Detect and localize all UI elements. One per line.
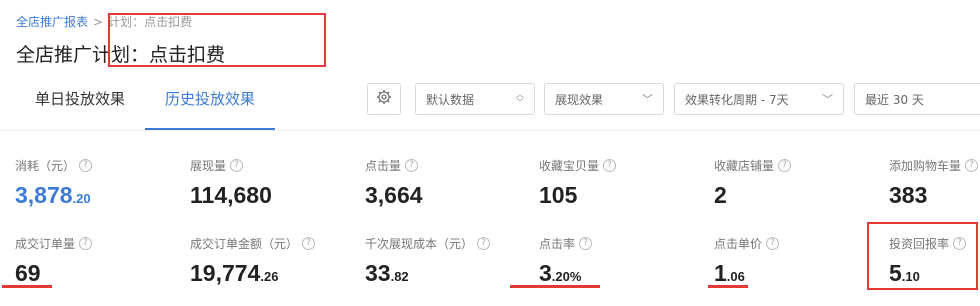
breadcrumb-root-link[interactable]: 全店推广报表 [16,13,88,30]
breadcrumb: 全店推广报表 > 计划：点击扣费 [16,13,192,30]
sort-updown-icon: ︿ ﹀ [516,90,524,107]
metric-label: 点击单价 [714,237,763,251]
conversion-period-select[interactable]: 效果转化周期 - 7天 ﹀ [674,83,844,115]
metric-item-favorites: 收藏宝贝量? 105 [539,157,617,209]
help-icon[interactable]: ? [405,159,419,172]
settings-button[interactable] [367,83,401,115]
metric-store-favorites: 收藏店铺量? 2 [714,157,792,209]
metric-clicks: 点击量? 3,664 [365,157,423,209]
metric-order-amount: 成交订单金额（元）? 19,774.26 [190,235,316,287]
date-range-value: 最近 30 天 [865,92,924,107]
metric-value-int: 33 [365,260,391,286]
tab-history-effect[interactable]: 历史投放效果 [145,78,276,130]
metric-label: 投资回报率 [889,237,950,251]
tab-bar: 单日投放效果 历史投放效果 [15,78,276,130]
metric-value-int: 3,664 [365,182,423,208]
metric-value: 114,680 [190,182,272,209]
help-icon[interactable]: ? [579,237,593,250]
help-icon[interactable]: ? [965,159,979,172]
metric-label: 展现量 [190,159,227,173]
metric-value-int: 383 [889,182,928,208]
metric-value: 69 [15,260,92,287]
help-icon[interactable]: ? [778,159,792,172]
help-icon[interactable]: ? [603,159,617,172]
metric-value-dec: .20 [72,191,91,206]
date-range-select[interactable]: 最近 30 天 [854,83,980,115]
data-select[interactable]: 默认数据 ︿ ﹀ [415,83,535,115]
breadcrumb-current: 计划：点击扣费 [108,15,193,29]
metric-value-int: 105 [539,182,578,208]
metric-value-int: 114,680 [190,182,272,208]
metric-value: 19,774.26 [190,260,315,287]
metric-value-dec: .20% [551,269,582,284]
metric-roi: 投资回报率? 5.10 [889,235,967,287]
tab-divider [0,130,980,131]
help-icon[interactable]: ? [302,237,316,250]
data-select-value: 默认数据 [426,92,475,107]
metric-cost: 消耗（元）? 3,878.20 [15,157,93,209]
metric-value-int: 5 [889,260,902,286]
metric-ctr: 点击率? 3.20% [539,235,593,287]
metric-orders: 成交订单量? 69 [15,235,93,287]
metric-value-int: 1 [714,260,727,286]
metric-value-dec: .82 [390,269,409,284]
chevron-down-icon: ﹀ [822,93,833,106]
metric-label: 收藏店铺量 [714,159,775,173]
metric-label: 收藏宝贝量 [539,159,600,173]
metric-value: 1.06 [714,260,779,287]
metric-cpc: 点击单价? 1.06 [714,235,780,287]
metric-value: 383 [889,182,978,209]
metric-value-int: 2 [714,182,727,208]
metric-value: 3,878.20 [15,182,92,209]
metric-label: 千次展现成本（元） [365,237,474,251]
metric-impressions: 展现量? 114,680 [190,157,272,209]
metric-value: 3.20% [539,260,592,287]
metric-add-to-cart: 添加购物车量? 383 [889,157,979,209]
metric-cpm: 千次展现成本（元）? 33.82 [365,235,491,287]
metric-label: 点击量 [365,159,402,173]
metric-value: 3,664 [365,182,423,209]
metric-value-int: 3 [539,260,552,286]
help-icon[interactable]: ? [766,237,780,250]
metric-value: 105 [539,182,616,209]
gear-icon [376,89,392,109]
conversion-period-value: 效果转化周期 - 7天 [685,92,789,107]
help-icon[interactable]: ? [953,237,967,250]
metric-value-int: 19,774 [190,260,261,286]
tab-daily-effect[interactable]: 单日投放效果 [15,78,145,130]
metric-value-int: 69 [15,260,41,286]
metric-label: 消耗（元） [15,159,76,173]
display-select[interactable]: 展现效果 ﹀ [544,83,664,115]
display-select-value: 展现效果 [555,92,604,107]
metric-value-dec: .10 [901,269,920,284]
chevron-down-icon: ﹀ [642,93,653,106]
metric-value: 5.10 [889,260,966,287]
metric-value: 33.82 [365,260,490,287]
metric-label: 添加购物车量 [889,159,962,173]
help-icon[interactable]: ? [230,159,244,172]
help-icon[interactable]: ? [477,237,491,250]
metric-label: 成交订单量 [15,237,76,251]
metric-value-dec: .06 [726,269,745,284]
page-title: 全店推广计划：点击扣费 [16,44,226,66]
metric-value: 2 [714,182,791,209]
metric-label: 成交订单金额（元） [190,237,299,251]
help-icon[interactable]: ? [79,237,93,250]
metric-label: 点击率 [539,237,576,251]
help-icon[interactable]: ? [79,159,93,172]
metric-value-dec: .26 [260,269,279,284]
breadcrumb-separator: > [93,14,104,29]
metric-value-int: 3,878 [15,182,73,208]
